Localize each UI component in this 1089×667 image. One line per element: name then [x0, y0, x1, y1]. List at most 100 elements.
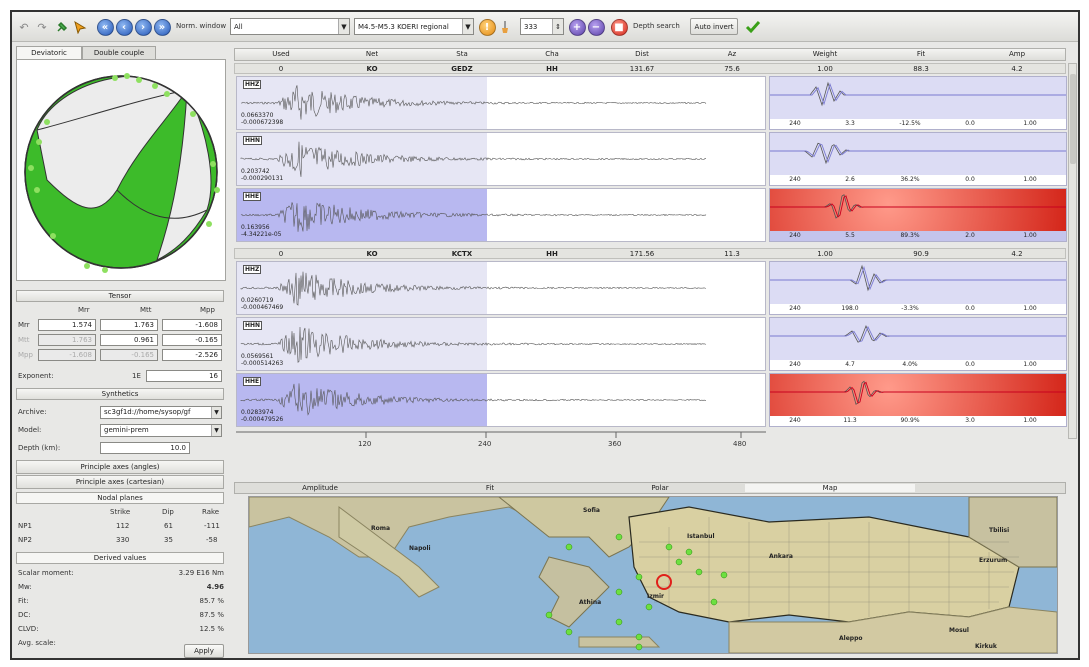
redo-icon[interactable]: ↷: [34, 18, 50, 36]
mpp-mpp-field[interactable]: -2.526: [162, 349, 222, 361]
waveform-plot: [237, 262, 707, 314]
time-axis: 120 240 360 480: [236, 430, 766, 450]
col-fit[interactable]: Fit: [873, 50, 969, 58]
nodal-col-rake: Rake: [202, 508, 220, 516]
fit-percent: 36.2%: [900, 176, 920, 183]
model-select[interactable]: gemini-prem ▼: [100, 424, 222, 437]
col-used[interactable]: Used: [235, 50, 327, 58]
map-place-label: Napoli: [409, 545, 431, 552]
tab-map[interactable]: Map: [745, 484, 915, 492]
stop-icon[interactable]: ■: [610, 18, 628, 36]
tab-double-couple[interactable]: Double couple: [82, 46, 156, 59]
tab-deviatoric[interactable]: Deviatoric: [16, 46, 82, 59]
fit-panel[interactable]: 240 3.3 -12.5% 0.0 1.00: [769, 76, 1067, 130]
trace-component: HHN: [243, 136, 263, 145]
trace-amp-max: 0.0283974: [241, 409, 274, 416]
spin-value: 333: [524, 22, 538, 31]
tab-polar[interactable]: Polar: [575, 484, 745, 492]
waveform-trace[interactable]: HHN 0.203742 -0.000290131: [236, 132, 766, 186]
trace-amplitude: 0.0283974 -0.000479526: [241, 409, 283, 423]
first-icon[interactable]: «: [96, 18, 114, 36]
brush-icon[interactable]: [498, 18, 512, 36]
mtt-mpp-field[interactable]: -0.165: [162, 334, 222, 346]
col-dist[interactable]: Dist: [597, 50, 687, 58]
fit-percent: 4.0%: [902, 361, 918, 368]
undo-icon[interactable]: ↶: [16, 18, 32, 36]
mtt-mrr-field: 1.763: [38, 334, 96, 346]
tab-fit[interactable]: Fit: [405, 484, 575, 492]
event-select[interactable]: M4.5-M5.3 KOERI regional ▼: [354, 18, 474, 35]
fit-panel[interactable]: 240 11.3 90.9% 3.0 1.00: [769, 373, 1067, 427]
norm-window-select[interactable]: All ▼: [230, 18, 350, 35]
pin-icon[interactable]: [54, 18, 70, 36]
map-canvas[interactable]: Roma Napoli Sofia Athina Ankara Erzurum …: [248, 496, 1058, 654]
principle-angles-button[interactable]: Principle axes (angles): [16, 460, 224, 474]
warning-icon[interactable]: !: [478, 18, 496, 36]
apply-check-icon[interactable]: [744, 18, 762, 36]
last-icon[interactable]: »: [153, 18, 171, 36]
col-sta[interactable]: Sta: [417, 50, 507, 58]
trace-amp-max: 0.0569561: [241, 353, 274, 360]
tab-amplitude[interactable]: Amplitude: [235, 484, 405, 492]
apply-button[interactable]: Apply: [184, 644, 224, 658]
norm-window-label: Norm. window: [176, 22, 227, 30]
tensor-row-label: Mtt: [18, 336, 30, 344]
station-row[interactable]: 0 KO KCTX HH 171.56 11.3 1.00 90.9 4.2: [234, 248, 1066, 259]
fit-waveform: [770, 324, 1066, 343]
beachball-plot[interactable]: [17, 60, 225, 280]
cell-net: KO: [366, 65, 378, 73]
col-weight[interactable]: Weight: [777, 50, 873, 58]
exponent-field[interactable]: 16: [146, 370, 222, 382]
fit-weight: 1.00: [1023, 361, 1037, 368]
depth-field[interactable]: 10.0: [100, 442, 190, 454]
waveform-trace[interactable]: HHN 0.0569561 -0.000514263: [236, 317, 766, 371]
fit-panel[interactable]: 240 2.6 36.2% 0.0 1.00: [769, 132, 1067, 186]
nodal-col-strike: Strike: [110, 508, 131, 516]
waveform-trace[interactable]: HHZ 0.0663370 -0.000672398: [236, 76, 766, 130]
fit-stats-row: 240 5.5 89.3% 2.0 1.00: [770, 231, 1066, 241]
trace-component: HHN: [243, 321, 263, 330]
mtt-mtt-field[interactable]: 0.961: [100, 334, 158, 346]
mrr-mrr-field[interactable]: 1.574: [38, 319, 96, 331]
zoom-in-icon[interactable]: +: [568, 18, 586, 36]
map-place-label: Erzurum: [979, 557, 1008, 564]
fit-panel[interactable]: 240 5.5 89.3% 2.0 1.00: [769, 188, 1067, 242]
synthetic-waveform: [770, 325, 1066, 343]
fit-panel[interactable]: 240 4.7 4.0% 0.0 1.00: [769, 317, 1067, 371]
mrr-mtt-field[interactable]: 1.763: [100, 319, 158, 331]
trace-amp-min: -0.000479526: [241, 416, 284, 423]
np2-label: NP2: [18, 536, 32, 544]
mrr-mpp-field[interactable]: -1.608: [162, 319, 222, 331]
cell-az: 11.3: [724, 250, 740, 258]
col-net[interactable]: Net: [327, 50, 417, 58]
auto-invert-button[interactable]: Auto invert: [690, 18, 738, 35]
waveform-trace[interactable]: HHE 0.163956 -4.34221e-05: [236, 188, 766, 242]
fit-waveform: [770, 189, 1066, 231]
fit-waveform: [770, 142, 1066, 165]
cell-amp: 4.2: [1011, 250, 1023, 258]
pick-icon[interactable]: [72, 18, 88, 36]
principle-cartesian-button[interactable]: Principle axes (cartesian): [16, 475, 224, 489]
toolbar: ↶ ↷ « ‹ › » Norm. window All ▼ M4.5-M5.3…: [12, 12, 1078, 42]
observed-waveform: [770, 142, 1066, 165]
col-az[interactable]: Az: [687, 50, 777, 58]
cell-used: 0: [278, 65, 284, 73]
bottom-tabbar: Amplitude Fit Polar Map: [234, 482, 1066, 494]
station-row[interactable]: 0 KO GEDZ HH 131.67 75.6 1.00 88.3 4.2: [234, 63, 1066, 74]
depth-search-label[interactable]: Depth search: [633, 22, 680, 30]
fit-panel[interactable]: 240 198.0 -3.3% 0.0 1.00: [769, 261, 1067, 315]
table-scrollbar[interactable]: [1068, 63, 1077, 439]
tensor-col-mrr: Mrr: [78, 306, 90, 314]
col-amp[interactable]: Amp: [969, 50, 1065, 58]
waveform-trace[interactable]: HHZ 0.0260719 -0.000467469: [236, 261, 766, 315]
spin-box[interactable]: 333 ⇕: [520, 18, 564, 35]
previous-icon[interactable]: ‹: [115, 18, 133, 36]
zoom-out-icon[interactable]: −: [587, 18, 605, 36]
col-cha[interactable]: Cha: [507, 50, 597, 58]
next-icon[interactable]: ›: [134, 18, 152, 36]
scrollbar-thumb[interactable]: [1070, 74, 1076, 164]
waveform-plot: [237, 374, 706, 426]
archive-select[interactable]: sc3gf1d://home/sysop/gf ▼: [100, 406, 222, 419]
waveform-trace[interactable]: HHE 0.0283974 -0.000479526: [236, 373, 766, 427]
fit-percent: 89.3%: [900, 232, 920, 239]
